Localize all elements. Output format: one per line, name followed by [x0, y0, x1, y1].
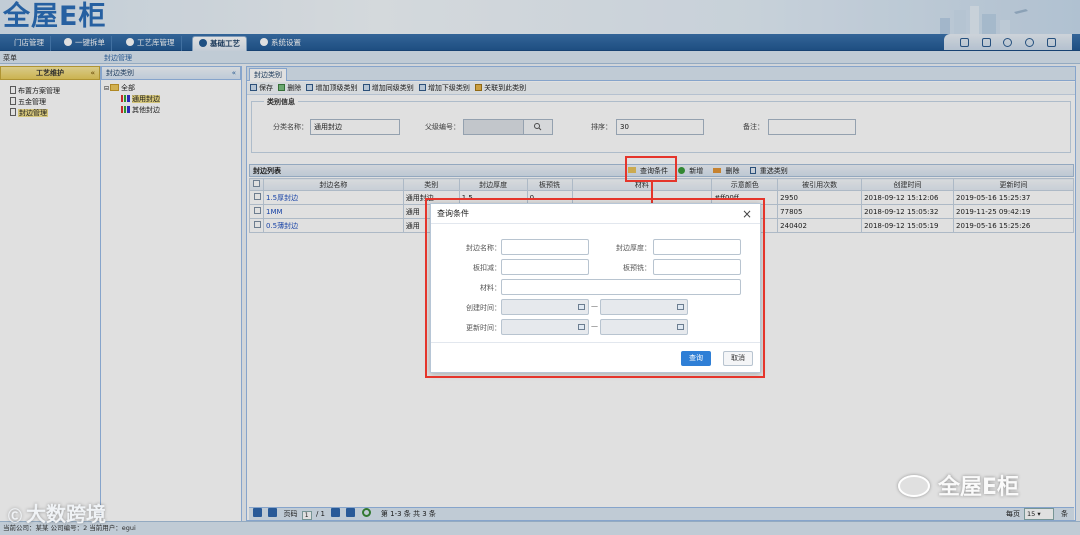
watermark-right: 全屋E柜 — [898, 469, 1019, 501]
highlight-box-dialog — [425, 198, 765, 378]
highlight-box-query — [625, 156, 677, 182]
wechat-icon — [898, 475, 930, 497]
app-window: 全屋E柜 门店管理 一键拆单 工艺库管理 基础工艺 系统设置 菜单 封边管理 工… — [0, 0, 1080, 535]
watermark-left: Ⓒ 大数跨境 — [8, 502, 106, 526]
